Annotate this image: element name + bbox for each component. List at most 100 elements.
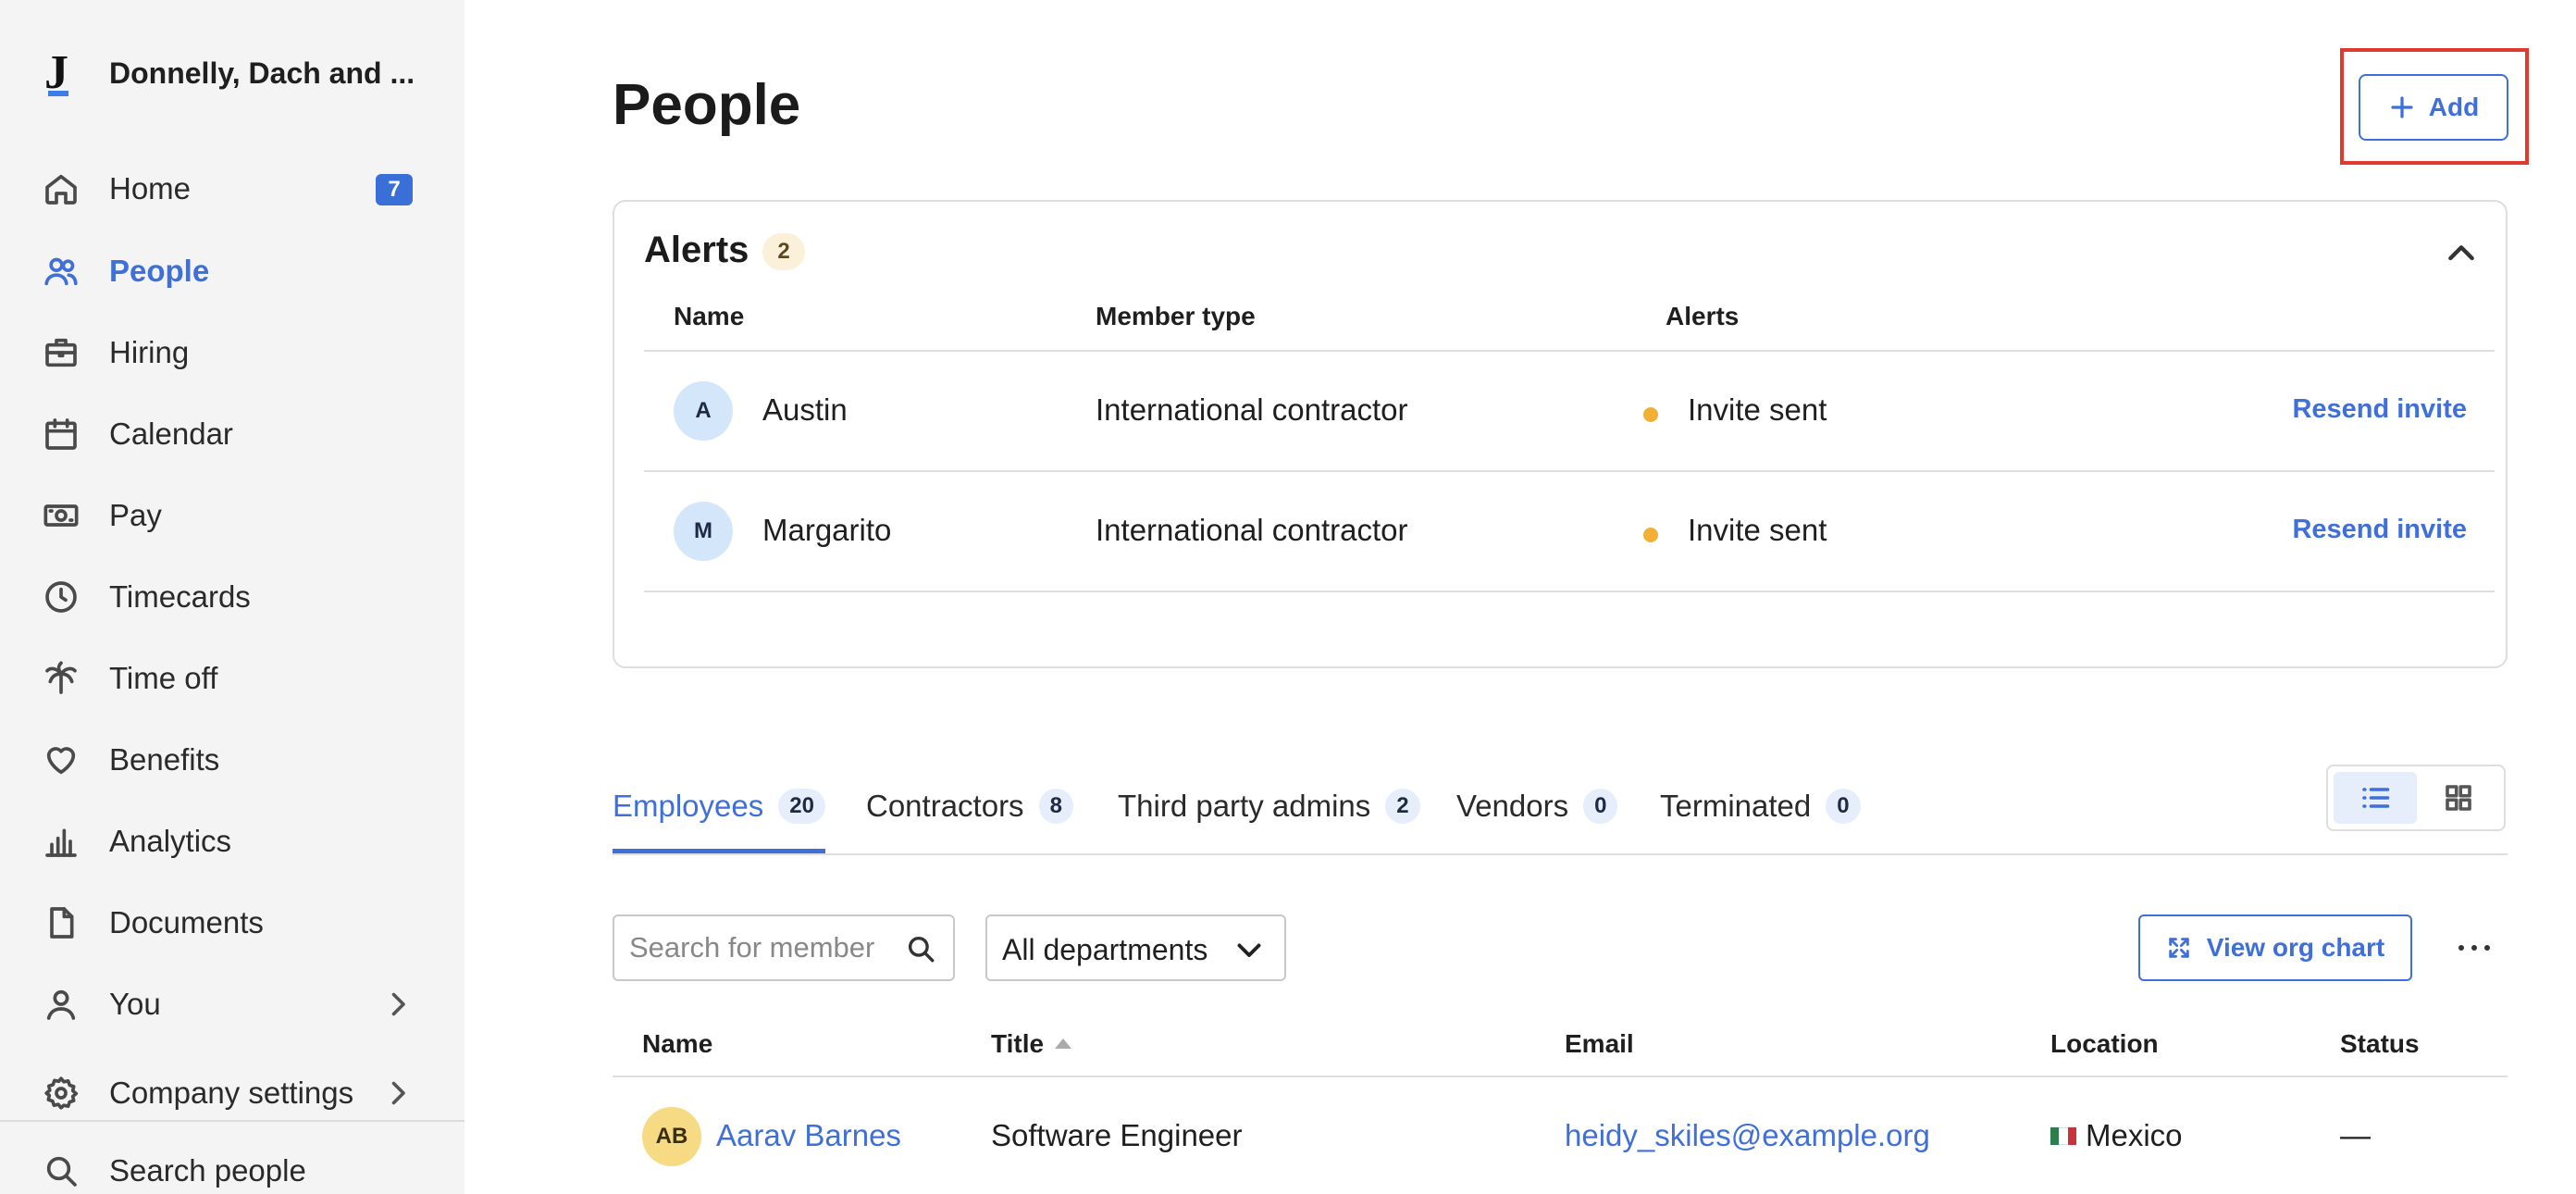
sidebar-item-benefits[interactable]: Benefits <box>41 734 429 786</box>
column-header-name[interactable]: Name <box>642 1029 712 1059</box>
sidebar-item-label: Time off <box>109 661 218 695</box>
sidebar-item-time-off[interactable]: Time off <box>41 653 429 704</box>
search-icon[interactable] <box>905 933 936 964</box>
column-header-email[interactable]: Email <box>1565 1029 1634 1059</box>
mexico-flag-icon <box>2050 1126 2076 1145</box>
sidebar-item-label: Benefits <box>109 742 220 777</box>
tab-label: Third party admins <box>1118 789 1371 823</box>
column-header-location[interactable]: Location <box>2050 1029 2159 1059</box>
sidebar-item-documents[interactable]: Documents <box>41 897 429 949</box>
page-title: People <box>613 73 801 137</box>
grid-icon <box>2446 785 2471 811</box>
sidebar-item-company-settings[interactable]: Company settings <box>41 1067 429 1119</box>
tab-label: Terminated <box>1660 789 1812 823</box>
list-view-button[interactable] <box>2334 772 2417 824</box>
gear-icon <box>41 1073 81 1113</box>
sidebar-item-hiring[interactable]: Hiring <box>41 327 429 379</box>
table-row[interactable]: AB Aarav Barnes Software Engineer heidy_… <box>613 1077 2508 1194</box>
alerts-column-member-type: Member type <box>1096 302 1256 330</box>
tab-count-badge: 20 <box>778 789 825 824</box>
sort-ascending-icon <box>1055 1039 1072 1049</box>
sidebar-item-timecards[interactable]: Timecards <box>41 571 429 623</box>
sidebar-item-label: Search people <box>109 1153 306 1188</box>
tabs-divider <box>613 853 2508 855</box>
alert-status: Invite sent <box>1688 392 1827 427</box>
tab-vendors[interactable]: Vendors 0 <box>1456 779 1618 853</box>
alerts-title: Alerts <box>644 230 749 270</box>
sidebar-item-search-people[interactable]: Search people <box>41 1145 429 1194</box>
grid-view-button[interactable] <box>2417 772 2500 824</box>
sidebar-item-analytics[interactable]: Analytics <box>41 815 429 867</box>
employee-status: — <box>2340 1118 2371 1152</box>
chevron-right-icon <box>381 1076 415 1110</box>
sidebar-item-label: You <box>109 987 161 1021</box>
alert-status: Invite sent <box>1688 513 1827 547</box>
notification-badge: 7 <box>376 174 413 205</box>
status-dot <box>1643 407 1658 422</box>
employee-email-link[interactable]: heidy_skiles@example.org <box>1565 1118 1930 1153</box>
clock-icon <box>41 577 81 617</box>
alerts-column-name: Name <box>674 302 745 330</box>
company-brand[interactable]: J Donnelly, Dach and ... <box>44 48 415 98</box>
column-header-status[interactable]: Status <box>2340 1029 2420 1059</box>
add-button[interactable]: Add <box>2359 74 2508 141</box>
people-icon <box>41 251 81 292</box>
sidebar-divider <box>0 1120 464 1122</box>
bar-chart-icon <box>41 821 81 862</box>
sidebar-item-label: Documents <box>109 905 264 939</box>
resend-invite-link[interactable]: Resend invite <box>2292 394 2467 425</box>
briefcase-icon <box>41 332 81 373</box>
department-select[interactable]: All departments <box>985 914 1286 981</box>
tab-label: Employees <box>613 789 764 823</box>
company-logo: J <box>44 48 81 98</box>
company-name: Donnelly, Dach and ... <box>109 56 415 90</box>
alert-row: A Austin International contractor Invite… <box>644 352 2495 470</box>
avatar: A <box>674 381 733 441</box>
more-options-button[interactable] <box>2454 927 2495 968</box>
search-input[interactable] <box>629 927 898 968</box>
alert-member-name: Austin <box>762 392 848 427</box>
sidebar-item-label: Pay <box>109 498 162 532</box>
tab-label: Vendors <box>1456 789 1569 823</box>
sidebar-item-pay[interactable]: Pay <box>41 490 429 541</box>
tab-count-badge: 2 <box>1385 789 1420 824</box>
alert-member-name: Margarito <box>762 513 892 547</box>
tab-count-badge: 8 <box>1038 789 1073 824</box>
sidebar-item-home[interactable]: Home 7 <box>41 163 429 215</box>
sidebar-item-people[interactable]: People <box>41 245 429 297</box>
column-header-title[interactable]: Title <box>991 1029 1072 1059</box>
alert-member-type: International contractor <box>1096 513 1408 547</box>
resend-invite-link[interactable]: Resend invite <box>2292 515 2467 545</box>
tab-contractors[interactable]: Contractors 8 <box>866 779 1073 853</box>
view-org-chart-button[interactable]: View org chart <box>2138 914 2412 981</box>
view-toggle <box>2326 765 2506 831</box>
department-select-value: All departments <box>1002 933 1208 966</box>
avatar: M <box>674 502 733 561</box>
view-org-chart-label: View org chart <box>2206 933 2385 962</box>
employee-name-link[interactable]: Aarav Barnes <box>716 1118 901 1153</box>
calendar-icon <box>41 414 81 454</box>
sidebar-item-you[interactable]: You <box>41 978 429 1030</box>
ellipsis-icon <box>2458 945 2490 951</box>
column-header-label: Title <box>991 1029 1045 1058</box>
chevron-right-icon <box>381 988 415 1021</box>
sidebar-item-label: Timecards <box>109 579 251 614</box>
tab-count-badge: 0 <box>1583 789 1618 824</box>
sidebar-item-label: People <box>109 254 210 288</box>
tab-count-badge: 0 <box>1826 789 1861 824</box>
chevron-down-icon <box>1232 933 1266 966</box>
sidebar-item-label: Hiring <box>109 335 190 369</box>
divider <box>644 591 2495 592</box>
add-button-label: Add <box>2428 93 2480 121</box>
sidebar-item-label: Company settings <box>109 1076 354 1110</box>
search-icon <box>41 1150 81 1191</box>
alerts-count-badge: 2 <box>762 233 805 270</box>
avatar: AB <box>642 1107 701 1166</box>
tab-third-party-admins[interactable]: Third party admins 2 <box>1118 779 1420 853</box>
alerts-column-alerts: Alerts <box>1666 302 1740 330</box>
tab-terminated[interactable]: Terminated 0 <box>1660 779 1861 853</box>
sidebar-item-calendar[interactable]: Calendar <box>41 408 429 460</box>
document-icon <box>41 902 81 943</box>
chevron-up-icon[interactable] <box>2443 235 2480 272</box>
tab-employees[interactable]: Employees 20 <box>613 779 825 853</box>
